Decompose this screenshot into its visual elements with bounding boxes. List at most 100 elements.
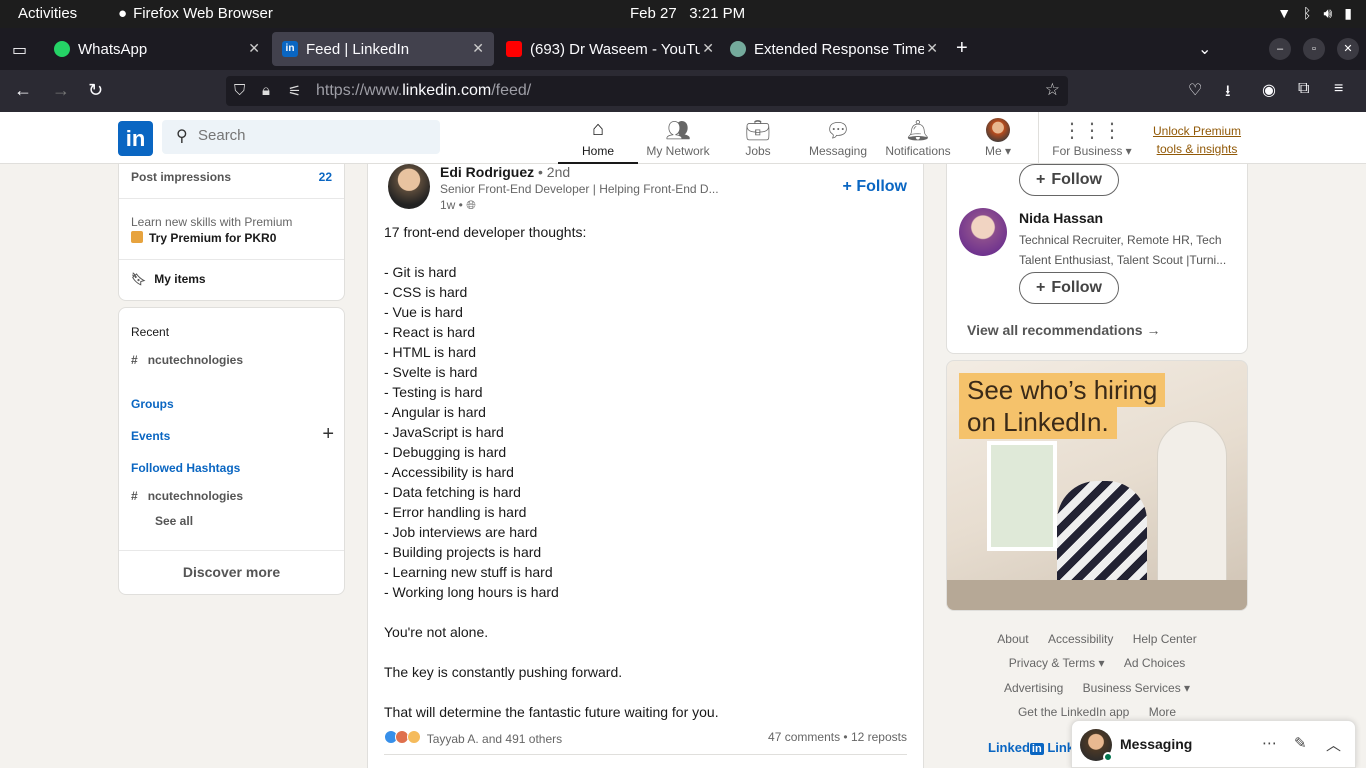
clock[interactable]: Feb 27 3:21 PM [630, 5, 745, 22]
nav-jobs[interactable]: 💼︎ Jobs [718, 118, 798, 158]
close-window-icon[interactable]: ✕ [1337, 38, 1359, 60]
close-tab-icon[interactable]: ✕ [702, 40, 714, 57]
follow-button[interactable]: + Follow [1019, 272, 1119, 304]
my-items-link[interactable]: 🔖︎ My items [131, 272, 332, 286]
footer-link-about[interactable]: About [997, 632, 1028, 646]
reload-icon[interactable]: ↻ [88, 80, 103, 101]
close-tab-icon[interactable]: ✕ [926, 40, 938, 57]
forward-icon[interactable]: → [52, 80, 70, 101]
footer-link-business-services[interactable]: Business Services ▾ [1083, 681, 1190, 695]
tab-title: Extended Response Time [754, 40, 924, 58]
groups-link[interactable]: Groups [131, 397, 174, 411]
nav-my-network[interactable]: 👥︎ My Network [638, 118, 718, 158]
permissions-icon[interactable]: ⚟ [288, 82, 301, 100]
downloads-icon[interactable]: ⭳ [1225, 80, 1231, 107]
nav-label: Jobs [745, 144, 771, 158]
community-panel: Recent # ncutechnologies Groups Events + … [118, 307, 345, 595]
reactions-summary[interactable]: Tayyab A. and 491 others [384, 730, 562, 747]
followed-hashtags-link[interactable]: Followed Hashtags [131, 461, 240, 475]
lock-icon[interactable]: 🔒︎ [262, 82, 270, 99]
minimize-icon[interactable]: – [1269, 38, 1291, 60]
bookmark-star-icon[interactable]: ☆ [1045, 80, 1060, 100]
follow-author-button[interactable]: + Follow [843, 178, 907, 196]
nav-notifications[interactable]: 🔔︎ Notifications [878, 118, 958, 158]
tab-linkedin[interactable]: in Feed | LinkedIn ✕ [272, 32, 494, 66]
recommendation-avatar[interactable] [959, 208, 1007, 256]
maximize-icon[interactable]: ▫ [1303, 38, 1325, 60]
footer-link-get-app[interactable]: Get the LinkedIn app [1018, 705, 1129, 719]
browser-nav-bar: ← → ↻ ⛉ 🔒︎ ⚟ https://www.linkedin.com/fe… [0, 70, 1366, 112]
footer-link-accessibility[interactable]: Accessibility [1048, 632, 1113, 646]
see-all-link[interactable]: See all [155, 514, 193, 528]
footer-link-help-center[interactable]: Help Center [1133, 632, 1197, 646]
pocket-icon[interactable]: ♡ [1188, 80, 1202, 100]
tab-chatgpt[interactable]: Extended Response Time ✕ [720, 32, 942, 66]
post-impressions-row[interactable]: Post impressions 22 [131, 170, 332, 184]
close-tab-icon[interactable]: ✕ [472, 40, 484, 57]
recent-hashtag-link[interactable]: # ncutechnologies [131, 353, 243, 367]
nav-messaging[interactable]: 💬︎ Messaging [798, 118, 878, 158]
discover-more-button[interactable]: Discover more [119, 564, 344, 580]
account-icon[interactable]: ◉ [1262, 80, 1276, 100]
system-tray[interactable]: ▼ ᛒ 🔊︎ ▮ [1277, 5, 1352, 22]
post-text-line: - Vue is hard [384, 304, 463, 320]
footer-link-privacy-terms[interactable]: Privacy & Terms ▾ [1009, 656, 1105, 670]
post-text-line: 17 front-end developer thoughts: [384, 224, 587, 240]
brand-text: Linked [988, 740, 1030, 755]
hiring-ad[interactable]: See who’s hiring on LinkedIn. [946, 360, 1248, 611]
divider [119, 198, 344, 199]
unlock-premium-link[interactable]: Unlock Premium tools & insights [1148, 122, 1246, 158]
tab-youtube[interactable]: (693) Dr Waseem - YouTu ✕ [496, 32, 718, 66]
active-app-menu[interactable]: ● Firefox Web Browser [118, 5, 273, 22]
post-body: 17 front-end developer thoughts: - Git is… [384, 222, 909, 722]
nav-for-business[interactable]: ⋮⋮⋮ For Business ▾ [1046, 118, 1138, 158]
add-event-icon[interactable]: + [322, 423, 334, 446]
linkedin-footer-brand: Linked in Link [988, 740, 1074, 755]
back-icon[interactable]: ← [14, 80, 32, 101]
url-bar[interactable]: ⛉ 🔒︎ ⚟ https://www.linkedin.com/feed/ ☆ [226, 76, 1068, 106]
compose-icon[interactable]: ✎ [1294, 734, 1307, 752]
reposts-count[interactable]: 12 reposts [851, 730, 907, 744]
footer-link-more[interactable]: More [1149, 705, 1176, 719]
post-text-line: The key is constantly pushing forward. [384, 664, 623, 680]
author-avatar[interactable] [388, 164, 430, 209]
events-link[interactable]: Events [131, 429, 170, 443]
nav-home[interactable]: ⌂ Home [558, 118, 638, 164]
try-premium-link[interactable]: Try Premium for PKR0 [131, 231, 332, 245]
view-all-recommendations-link[interactable]: View all recommendations → [967, 322, 1160, 338]
more-options-icon[interactable]: ⋯ [1262, 734, 1277, 752]
recommendation-name[interactable]: Nida Hassan [1019, 210, 1103, 226]
premium-prompt: Learn new skills with Premium [131, 215, 293, 229]
author-name[interactable]: Edi Rodriguez • 2nd [440, 164, 570, 180]
followed-hashtag-link[interactable]: # ncutechnologies [131, 489, 243, 503]
brand-in: in [1029, 743, 1044, 755]
footer-link-ad-choices[interactable]: Ad Choices [1124, 656, 1185, 670]
search-box[interactable]: ⚲ [162, 120, 440, 154]
chat-icon: 💬︎ [825, 120, 851, 142]
nav-me[interactable]: Me ▾ [958, 118, 1038, 158]
activities-button[interactable]: Activities [18, 5, 77, 22]
browser-tab-strip: ▭ WhatsApp ✕ in Feed | LinkedIn ✕ (693) … [0, 28, 1366, 70]
premium-line1: Unlock Premium [1152, 124, 1242, 138]
new-tab-icon[interactable]: + [956, 37, 968, 60]
extensions-icon[interactable]: ⧉ [1298, 80, 1309, 98]
comments-count[interactable]: 47 comments [768, 730, 840, 744]
premium-icon [131, 231, 143, 243]
messaging-overlay[interactable]: Messaging ⋯ ✎ ︿ [1071, 720, 1356, 768]
menu-icon[interactable]: ≡ [1334, 80, 1343, 98]
follow-button[interactable]: + Follow [1019, 164, 1119, 196]
close-tab-icon[interactable]: ✕ [248, 40, 260, 57]
shield-icon[interactable]: ⛉ [234, 82, 245, 99]
search-input[interactable] [198, 127, 428, 144]
messaging-title[interactable]: Messaging [1120, 736, 1192, 752]
tab-whatsapp[interactable]: WhatsApp ✕ [44, 32, 270, 66]
engagement-counts[interactable]: 47 comments • 12 reposts [768, 730, 907, 744]
firefox-icon: ● [118, 5, 128, 22]
firefox-view-icon[interactable]: ▭ [12, 40, 27, 60]
battery-icon: ▮ [1344, 5, 1352, 21]
linkedin-logo[interactable]: in [118, 121, 153, 156]
url-text[interactable]: https://www.linkedin.com/feed/ [316, 82, 531, 100]
list-all-tabs-icon[interactable]: ⌄ [1198, 39, 1211, 59]
chevron-up-icon[interactable]: ︿ [1326, 734, 1341, 755]
footer-link-advertising[interactable]: Advertising [1004, 681, 1063, 695]
